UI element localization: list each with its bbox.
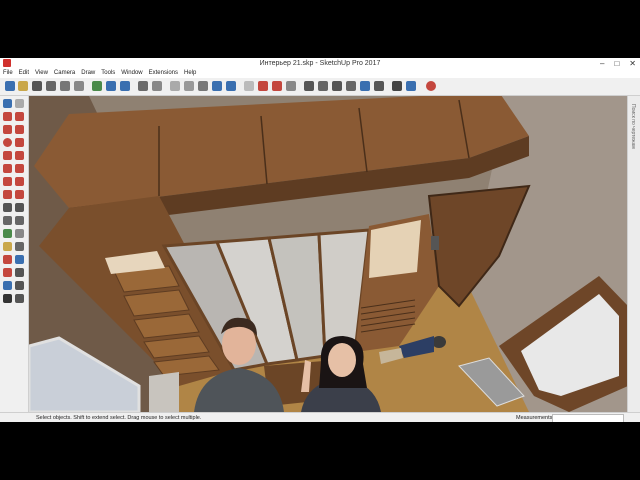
- followme-tool-icon[interactable]: [15, 177, 24, 186]
- menu-camera[interactable]: Camera: [54, 69, 75, 78]
- circle-tool-icon[interactable]: [3, 138, 12, 147]
- right-view-icon[interactable]: [184, 81, 194, 91]
- menu-file[interactable]: File: [3, 69, 13, 78]
- section-plane-tool-icon[interactable]: [15, 294, 24, 303]
- position-camera-icon[interactable]: [426, 81, 436, 91]
- select-tool-icon[interactable]: [3, 99, 12, 108]
- zoom-icon[interactable]: [120, 81, 130, 91]
- extension-icon[interactable]: [272, 81, 282, 91]
- home-icon[interactable]: [32, 81, 42, 91]
- tape-tool-icon[interactable]: [3, 203, 12, 212]
- tool-palette: [0, 96, 29, 412]
- model-viewport[interactable]: [29, 96, 628, 412]
- paint-tool-icon[interactable]: [3, 242, 12, 251]
- minimize-button[interactable]: –: [600, 58, 604, 69]
- select-icon[interactable]: [5, 81, 15, 91]
- pushpull-tool-icon[interactable]: [15, 164, 24, 173]
- back-view-icon[interactable]: [198, 81, 208, 91]
- text-tool-icon[interactable]: [15, 216, 24, 225]
- maximize-button[interactable]: □: [614, 58, 619, 69]
- rectangle-tool-icon[interactable]: [3, 125, 12, 134]
- camera-icon[interactable]: [318, 81, 328, 91]
- menu-tools[interactable]: Tools: [101, 69, 115, 78]
- close-button[interactable]: ✕: [629, 58, 636, 69]
- line-tool-icon[interactable]: [3, 112, 12, 121]
- menu-draw[interactable]: Draw: [81, 69, 95, 78]
- orbit-tool-icon[interactable]: [15, 242, 24, 251]
- zoom-window-tool-icon[interactable]: [3, 268, 12, 277]
- sketchup-window: Интерьер 21.skp - SketchUp Pro 2017 – □ …: [0, 58, 640, 422]
- menu-help[interactable]: Help: [184, 69, 196, 78]
- rotated-rect-tool-icon[interactable]: [15, 125, 24, 134]
- camera-icon[interactable]: [332, 81, 342, 91]
- box-icon[interactable]: [226, 81, 236, 91]
- zoom-tool-icon[interactable]: [15, 255, 24, 264]
- rotate-tool-icon[interactable]: [3, 177, 12, 186]
- top-view-icon[interactable]: [152, 81, 162, 91]
- menu-view[interactable]: View: [35, 69, 48, 78]
- house-icon[interactable]: [60, 81, 70, 91]
- left-view-icon[interactable]: [212, 81, 222, 91]
- paint-icon[interactable]: [18, 81, 28, 91]
- pan-tool-icon[interactable]: [3, 255, 12, 264]
- eraser-tool-icon[interactable]: [15, 99, 24, 108]
- protractor-tool-icon[interactable]: [3, 216, 12, 225]
- undo-icon[interactable]: [244, 81, 254, 91]
- iso-view-icon[interactable]: [138, 81, 148, 91]
- window-controls: – □ ✕: [600, 58, 636, 69]
- pan-icon[interactable]: [106, 81, 116, 91]
- tray-label: Поиск по чертежам: [630, 104, 636, 149]
- presenter-man: [189, 312, 289, 412]
- menu-bar: File Edit View Camera Draw Tools Window …: [0, 69, 640, 78]
- front-view-icon[interactable]: [170, 81, 180, 91]
- measurements-input[interactable]: [552, 414, 624, 422]
- zoom-extents-tool-icon[interactable]: [15, 268, 24, 277]
- arc-tool-icon[interactable]: [3, 151, 12, 160]
- pie-tool-icon[interactable]: [15, 151, 24, 160]
- section-icon[interactable]: [360, 81, 370, 91]
- polygon-tool-icon[interactable]: [15, 138, 24, 147]
- menu-extensions[interactable]: Extensions: [149, 69, 178, 78]
- 3dtext-tool-icon[interactable]: [15, 229, 24, 238]
- menu-window[interactable]: Window: [121, 69, 142, 78]
- house-icon[interactable]: [46, 81, 56, 91]
- status-hint: Select objects. Shift to extend select. …: [36, 415, 202, 421]
- warehouse-icon[interactable]: [258, 81, 268, 91]
- section-icon[interactable]: [374, 81, 384, 91]
- status-bar: Select objects. Shift to extend select. …: [0, 412, 640, 422]
- position-camera-tool-icon[interactable]: [3, 281, 12, 290]
- walk-icon[interactable]: [392, 81, 402, 91]
- move-tool-icon[interactable]: [3, 164, 12, 173]
- scale-tool-icon[interactable]: [3, 190, 12, 199]
- offset-tool-icon[interactable]: [15, 190, 24, 199]
- axes-tool-icon[interactable]: [3, 229, 12, 238]
- orbit-icon[interactable]: [92, 81, 102, 91]
- house-icon[interactable]: [74, 81, 84, 91]
- share-icon[interactable]: [286, 81, 296, 91]
- walk-tool-icon[interactable]: [15, 281, 24, 290]
- measurements-label: Measurements: [516, 415, 553, 421]
- freehand-tool-icon[interactable]: [15, 112, 24, 121]
- menu-edit[interactable]: Edit: [19, 69, 29, 78]
- presenter-woman: [291, 332, 387, 412]
- dimension-tool-icon[interactable]: [15, 203, 24, 212]
- component-icon[interactable]: [304, 81, 314, 91]
- title-bar: Интерьер 21.skp - SketchUp Pro 2017 – □ …: [0, 58, 640, 69]
- section-icon[interactable]: [346, 81, 356, 91]
- look-around-tool-icon[interactable]: [3, 294, 12, 303]
- main-toolbar: [0, 78, 640, 96]
- window-title: Интерьер 21.skp - SketchUp Pro 2017: [259, 60, 381, 67]
- look-icon[interactable]: [406, 81, 416, 91]
- default-tray[interactable]: Поиск по чертежам: [627, 96, 640, 412]
- door-handle: [431, 236, 439, 250]
